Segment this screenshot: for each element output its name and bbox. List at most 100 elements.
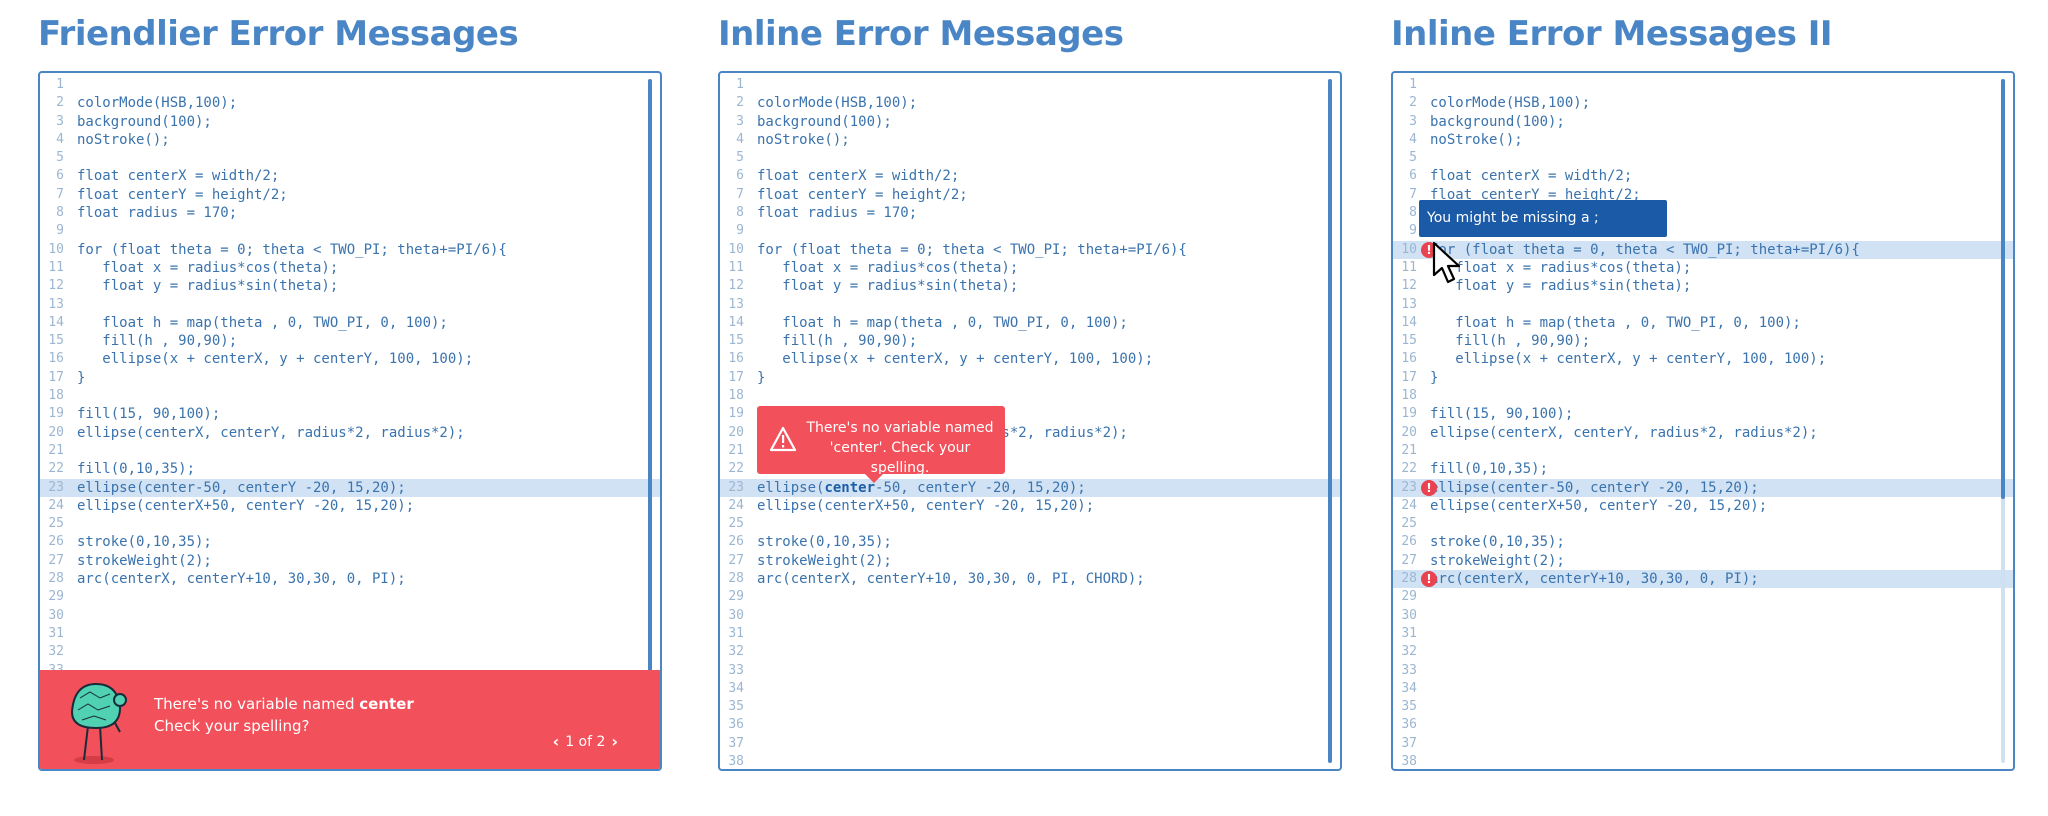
code-line[interactable]: 14 float h = map(theta , 0, TWO_PI, 0, 1… (40, 314, 660, 332)
code-line[interactable]: 36 (720, 716, 1340, 734)
code-line[interactable]: 5 (40, 149, 660, 167)
code-editor[interactable]: 1 2 colorMode(HSB,100); 3 background(100); 4 n… (718, 71, 1342, 771)
code-line[interactable]: 38 (1393, 753, 2013, 769)
code-line[interactable]: 38 (720, 753, 1340, 769)
code-line[interactable]: 18 (1393, 387, 2013, 405)
code-line[interactable]: 16 ellipse(x + centerX, y + centerY, 100… (720, 350, 1340, 368)
code-line[interactable]: 24 ellipse(centerX+50, centerY -20, 15,20… (720, 497, 1340, 515)
code-line[interactable]: 26 stroke(0,10,35); (720, 533, 1340, 551)
code-line[interactable]: 27 strokeWeight(2); (720, 552, 1340, 570)
code-line[interactable]: 10 for (float theta = 0, theta < TWO_PI; … (1393, 240, 2013, 259)
code-line[interactable]: 23 ellipse(center-50, centerY -20, 15,20)… (1393, 478, 2013, 497)
code-line[interactable]: 14 float h = map(theta , 0, TWO_PI, 0, 1… (720, 314, 1340, 332)
code-line[interactable]: 32 (1393, 643, 2013, 661)
code-line[interactable]: 32 (720, 643, 1340, 661)
scrollbar-thumb[interactable] (1328, 79, 1332, 763)
code-line[interactable]: 14 float h = map(theta , 0, TWO_PI, 0, 1… (1393, 314, 2013, 332)
code-line[interactable]: 19 fill(15, 90,100); (40, 405, 660, 423)
code-line[interactable]: 23 ellipse(center-50, centerY -20, 15,20)… (40, 478, 660, 497)
code-line[interactable]: 28 arc(centerX, centerY+10, 30,30, 0, PI)… (1393, 570, 2013, 589)
code-line[interactable]: 26 stroke(0,10,35); (1393, 533, 2013, 551)
code-line[interactable]: 6 float centerX = width/2; (40, 167, 660, 185)
code-line[interactable]: 26 stroke(0,10,35); (40, 533, 660, 551)
code-line[interactable]: 5 (1393, 149, 2013, 167)
code-line[interactable]: 22 fill(0,10,35); (40, 460, 660, 478)
scrollbar-thumb[interactable] (648, 79, 652, 679)
code-line[interactable]: 23 ellipse(center-50, centerY -20, 15,20)… (720, 478, 1340, 497)
scrollbar-thumb[interactable] (2001, 79, 2005, 499)
code-line[interactable]: 8 float radius = 170; (40, 204, 660, 222)
code-line[interactable]: 2 colorMode(HSB,100); (40, 94, 660, 112)
code-line[interactable]: 12 float y = radius*sin(theta); (720, 277, 1340, 295)
code-line[interactable]: 27 strokeWeight(2); (1393, 552, 2013, 570)
code-line[interactable]: 9 (40, 222, 660, 240)
code-line[interactable]: 12 float y = radius*sin(theta); (1393, 277, 2013, 295)
code-line[interactable]: 4 noStroke(); (1393, 131, 2013, 149)
code-line[interactable]: 30 (720, 607, 1340, 625)
code-line[interactable]: 28 arc(centerX, centerY+10, 30,30, 0, PI)… (40, 570, 660, 588)
code-line[interactable]: 7 float centerY = height/2; (40, 186, 660, 204)
code-line[interactable]: 33 (720, 662, 1340, 680)
code-line[interactable]: 28 arc(centerX, centerY+10, 30,30, 0, PI,… (720, 570, 1340, 588)
code-line[interactable]: 9 (720, 222, 1340, 240)
code-line[interactable]: 31 (1393, 625, 2013, 643)
code-line[interactable]: 24 ellipse(centerX+50, centerY -20, 15,20… (1393, 497, 2013, 515)
code-line[interactable]: 22 fill(0,10,35); (1393, 460, 2013, 478)
code-line[interactable]: 16 ellipse(x + centerX, y + centerY, 100… (1393, 350, 2013, 368)
code-line[interactable]: 10 for (float theta = 0; theta < TWO_PI; … (720, 241, 1340, 259)
code-line[interactable]: 24 ellipse(centerX+50, centerY -20, 15,20… (40, 497, 660, 515)
error-icon[interactable]: ! (1421, 479, 1437, 496)
code-line[interactable]: 16 ellipse(x + centerX, y + centerY, 100… (40, 350, 660, 368)
code-line[interactable]: 21 (1393, 442, 2013, 460)
code-line[interactable]: 17} (720, 369, 1340, 387)
code-line[interactable]: 13 (1393, 296, 2013, 314)
code-line[interactable]: 11 float x = radius*cos(theta); (720, 259, 1340, 277)
code-line[interactable]: 34 (1393, 680, 2013, 698)
code-line[interactable]: 19 fill(15, 90,100); (1393, 405, 2013, 423)
code-line[interactable]: 25 (40, 515, 660, 533)
code-line[interactable]: 37 (720, 735, 1340, 753)
code-line[interactable]: 31 (720, 625, 1340, 643)
code-line[interactable]: 6 float centerX = width/2; (1393, 167, 2013, 185)
code-line[interactable]: 30 (1393, 607, 2013, 625)
code-line[interactable]: 35 (720, 698, 1340, 716)
code-line[interactable]: 11 float x = radius*cos(theta); (1393, 259, 2013, 277)
code-line[interactable]: 20 ellipse(centerX, centerY, radius*2, ra… (1393, 424, 2013, 442)
code-line[interactable]: 3 background(100); (1393, 113, 2013, 131)
code-line[interactable]: 21 (40, 442, 660, 460)
code-line[interactable]: 29 (720, 588, 1340, 606)
code-line[interactable]: 6 float centerX = width/2; (720, 167, 1340, 185)
code-line[interactable]: 15 fill(h , 90,90); (720, 332, 1340, 350)
code-line[interactable]: 20 ellipse(centerX, centerY, radius*2, ra… (40, 424, 660, 442)
code-line[interactable]: 17} (40, 369, 660, 387)
code-line[interactable]: 13 (720, 296, 1340, 314)
code-line[interactable]: 5 (720, 149, 1340, 167)
code-line[interactable]: 35 (1393, 698, 2013, 716)
code-line[interactable]: 15 fill(h , 90,90); (40, 332, 660, 350)
chevron-left-icon[interactable]: ‹ (553, 732, 560, 751)
code-line[interactable]: 1 (720, 76, 1340, 94)
code-line[interactable]: 31 (40, 625, 660, 643)
code-line[interactable]: 2 colorMode(HSB,100); (720, 94, 1340, 112)
code-line[interactable]: 29 (40, 588, 660, 606)
chevron-right-icon[interactable]: › (611, 732, 618, 751)
code-line[interactable]: 25 (720, 515, 1340, 533)
code-editor[interactable]: 1 2 colorMode(HSB,100); 3 background(100); 4 n… (1391, 71, 2015, 771)
code-line[interactable]: 3 background(100); (720, 113, 1340, 131)
code-line[interactable]: 18 (40, 387, 660, 405)
code-line[interactable]: 12 float y = radius*sin(theta); (40, 277, 660, 295)
code-line[interactable]: 36 (1393, 716, 2013, 734)
code-line[interactable]: 8 float radius = 170; (720, 204, 1340, 222)
code-line[interactable]: 11 float x = radius*cos(theta); (40, 259, 660, 277)
code-line[interactable]: 17} (1393, 369, 2013, 387)
code-line[interactable]: 7 float centerY = height/2; (720, 186, 1340, 204)
code-line[interactable]: 34 (720, 680, 1340, 698)
code-line[interactable]: 13 (40, 296, 660, 314)
code-line[interactable]: 15 fill(h , 90,90); (1393, 332, 2013, 350)
code-line[interactable]: 30 (40, 607, 660, 625)
code-line[interactable]: 1 (1393, 76, 2013, 94)
code-line[interactable]: 33 (1393, 662, 2013, 680)
code-line[interactable]: 1 (40, 76, 660, 94)
code-line[interactable]: 4 noStroke(); (720, 131, 1340, 149)
code-line[interactable]: 37 (1393, 735, 2013, 753)
